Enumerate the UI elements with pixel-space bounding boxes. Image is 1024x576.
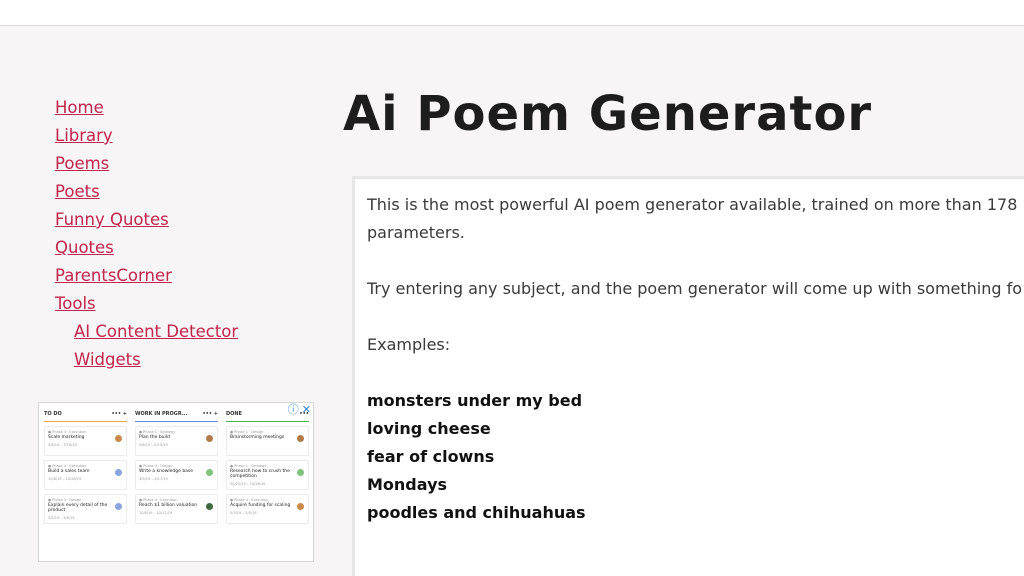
instruction-text: Try entering any subject, and the poem g… bbox=[367, 279, 1023, 298]
avatar bbox=[206, 503, 213, 510]
avatar bbox=[297, 469, 304, 476]
kanban-card: ● Phase 1 · Strategy Research how to cru… bbox=[226, 460, 309, 490]
column-title: DONE bbox=[226, 411, 243, 417]
example-item[interactable]: fear of clowns bbox=[367, 443, 1024, 471]
page-title: Ai Poem Generator bbox=[343, 86, 873, 142]
example-item[interactable]: loving cheese bbox=[367, 415, 1024, 443]
avatar bbox=[297, 503, 304, 510]
avatar bbox=[206, 435, 213, 442]
avatar bbox=[206, 469, 213, 476]
kanban-card: ● Phase 4 · Execution Scale marketing 5/… bbox=[44, 426, 127, 456]
example-item[interactable]: monsters under my bed bbox=[367, 387, 1024, 415]
avatar bbox=[297, 435, 304, 442]
nav-link-poets[interactable]: Poets bbox=[55, 178, 238, 206]
nav-link-parentscorner[interactable]: ParentsCorner bbox=[55, 262, 238, 290]
column-title: WORK IN PROGR... bbox=[135, 411, 188, 417]
ad-kanban-board: TO DO ••• + ● Phase 4 · Execution Scale m… bbox=[44, 411, 309, 524]
avatar bbox=[115, 435, 122, 442]
example-item[interactable]: poodles and chihuahuas bbox=[367, 499, 1024, 527]
nav-link-poems[interactable]: Poems bbox=[55, 150, 238, 178]
intro-text: This is the most powerful AI poem genera… bbox=[367, 195, 1018, 214]
nav-link-home[interactable]: Home bbox=[55, 94, 238, 122]
example-item[interactable]: Mondays bbox=[367, 471, 1024, 499]
kanban-card: ● Phase 1 · Strategy Plan the build 5/6/… bbox=[135, 426, 218, 456]
kanban-column: TO DO ••• + ● Phase 4 · Execution Scale m… bbox=[44, 411, 127, 524]
nav-link-funny-quotes[interactable]: Funny Quotes bbox=[55, 206, 238, 234]
avatar bbox=[115, 469, 122, 476]
nav-link-tools[interactable]: Tools bbox=[55, 290, 238, 318]
top-bar bbox=[0, 0, 1024, 26]
kanban-column: WORK IN PROGR... ••• + ● Phase 1 · Strate… bbox=[135, 411, 218, 524]
kanban-card: ● Phase 3 · Design Explain every detail … bbox=[44, 494, 127, 524]
nav-link-library[interactable]: Library bbox=[55, 122, 238, 150]
intro-text-continued: parameters. bbox=[367, 223, 465, 242]
kanban-card: ● Phase 4 · Execution Build a sales team… bbox=[44, 460, 127, 490]
content-panel: This is the most powerful AI poem genera… bbox=[352, 176, 1024, 576]
nav-link-ai-content-detector[interactable]: AI Content Detector bbox=[74, 318, 238, 346]
kanban-card: ● Phase 4 · Execution Reach $1 billion v… bbox=[135, 494, 218, 524]
sidebar-nav: Home Library Poems Poets Funny Quotes Qu… bbox=[55, 94, 238, 374]
nav-link-widgets[interactable]: Widgets bbox=[74, 346, 238, 374]
column-title: TO DO bbox=[44, 411, 62, 417]
kanban-column: DONE ••• ● Phase 1 · Design Brainstorming… bbox=[226, 411, 309, 524]
kanban-card: ● Phase 4 · Execution Acquire funding fo… bbox=[226, 494, 309, 524]
advertisement[interactable]: ⓘ ✕ TO DO ••• + ● Phase 4 · Execution Sca… bbox=[38, 402, 314, 562]
nav-link-quotes[interactable]: Quotes bbox=[55, 234, 238, 262]
kanban-card: ● Phase 1 · Design Brainstorming meeting… bbox=[226, 426, 309, 456]
avatar bbox=[115, 503, 122, 510]
kanban-card: ● Phase 3 · Design Write a knowledge bas… bbox=[135, 460, 218, 490]
examples-label: Examples: bbox=[367, 335, 451, 354]
